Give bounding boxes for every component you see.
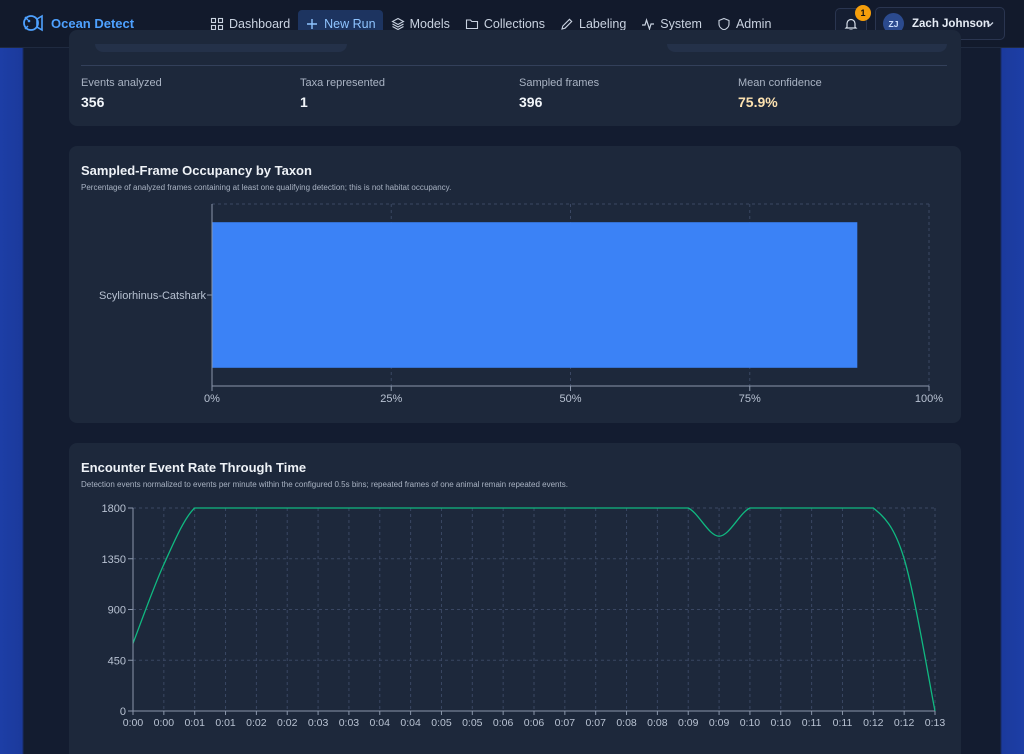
x-tick-label: 0:06 (493, 717, 514, 729)
stat-label: Mean confidence (738, 77, 822, 89)
x-tick-label: 0:02 (277, 717, 298, 729)
plus-icon (307, 18, 318, 29)
x-tick-label: 0:01 (184, 717, 205, 729)
x-tick-label: 0:05 (462, 717, 483, 729)
encounter-line-chart: 0450900135018000:00 0:00 0:01 0:01 0:02 0:02 0… (102, 503, 946, 729)
scrolled-control-left (95, 44, 347, 52)
stat-mean-confidence: Mean confidence 75.9% (738, 77, 822, 110)
user-name: Zach Johnson (912, 17, 990, 30)
stat-events-analyzed: Events analyzed 356 (81, 77, 162, 110)
encounter-rate-chart-card: Encounter Event Rate Through Time Detect… (69, 443, 961, 754)
stat-value: 75.9% (738, 94, 778, 110)
nav-item-label: Admin (735, 16, 772, 31)
x-tick-label: 0:11 (833, 717, 853, 729)
nav-item-label: Dashboard (229, 16, 291, 31)
x-tick-label: 0:08 (647, 717, 668, 729)
nav-item-label: New Run (324, 16, 376, 31)
dashboard-grid-icon (210, 17, 224, 30)
x-tick-label: 0:02 (246, 717, 267, 729)
stat-label: Events analyzed (81, 77, 162, 89)
shield-icon (718, 17, 730, 30)
y-tick-label: 900 (108, 605, 126, 617)
x-tick-label: 0:10 (771, 717, 792, 729)
summary-stats-card: Events analyzed 356 Taxa represented 1 S… (69, 30, 961, 126)
occupancy-chart-card: Sampled-Frame Occupancy by Taxon Percent… (69, 146, 961, 423)
stat-taxa-represented: Taxa represented 1 (300, 77, 385, 110)
x-tick-label: 0:00 (154, 717, 175, 729)
nav-item-label: Labeling (579, 16, 627, 31)
layers-icon (390, 17, 405, 30)
x-tick-label: 0:09 (678, 717, 699, 729)
activity-icon (642, 17, 655, 31)
x-tick-label: 0:00 (123, 717, 144, 729)
x-tick-label: 0:13 (925, 717, 946, 729)
x-tick-label: 0:06 (524, 717, 545, 729)
x-tick-label: 0:12 (894, 717, 915, 729)
scrolled-control-right (667, 44, 947, 52)
occupancy-bar-chart: Scyliorhinus-Catshark 0% 25% 50% 75% 100% (99, 203, 943, 405)
x-tick-label: 0:09 (709, 717, 730, 729)
x-tick-label: 0:12 (863, 717, 884, 729)
x-tick-label: 0:04 (370, 717, 391, 729)
stat-value: 396 (519, 94, 543, 110)
x-tick-label: 50% (559, 393, 581, 405)
divider (81, 65, 947, 66)
fish-logo-icon (23, 14, 43, 32)
x-tick-label: 0:05 (431, 717, 452, 729)
x-tick-label: 0:07 (585, 717, 606, 729)
x-tick-label: 0:07 (555, 717, 576, 729)
stat-label: Sampled frames (519, 77, 600, 89)
y-tick-label: 1800 (102, 503, 126, 515)
nav-item-label: Models (409, 16, 450, 31)
y-tick-label: 450 (108, 655, 126, 667)
bar-scyliorhinus-catshark (212, 222, 858, 368)
folder-icon (465, 18, 478, 29)
app-name: Ocean Detect (51, 15, 135, 31)
x-tick-label: 0:04 (400, 717, 421, 729)
nav-item-label: Collections (483, 16, 546, 31)
y-tick-label: 1350 (102, 554, 126, 566)
x-tick-label: 0% (204, 393, 220, 405)
y-tick-label: Scyliorhinus-Catshark (99, 290, 206, 302)
x-tick-label: 0:03 (308, 717, 329, 729)
nav-item-label: System (660, 16, 702, 31)
x-tick-label: 0:01 (215, 717, 236, 729)
x-tick-label: 0:03 (339, 717, 360, 729)
x-tick-label: 0:10 (740, 717, 761, 729)
x-tick-label: 0:11 (802, 717, 822, 729)
stat-value: 356 (81, 94, 105, 110)
x-tick-label: 0:08 (616, 717, 637, 729)
pencil-icon (561, 18, 573, 30)
x-tick-label: 25% (380, 393, 402, 405)
bell-icon (844, 18, 858, 31)
stat-label: Taxa represented (300, 77, 385, 89)
chevron-down-icon (986, 22, 994, 27)
stat-sampled-frames: Sampled frames 396 (519, 77, 599, 110)
notification-count-badge: 1 (855, 5, 871, 21)
x-tick-label: 75% (739, 393, 761, 405)
stat-value: 1 (300, 94, 308, 110)
x-tick-label: 100% (915, 393, 943, 405)
